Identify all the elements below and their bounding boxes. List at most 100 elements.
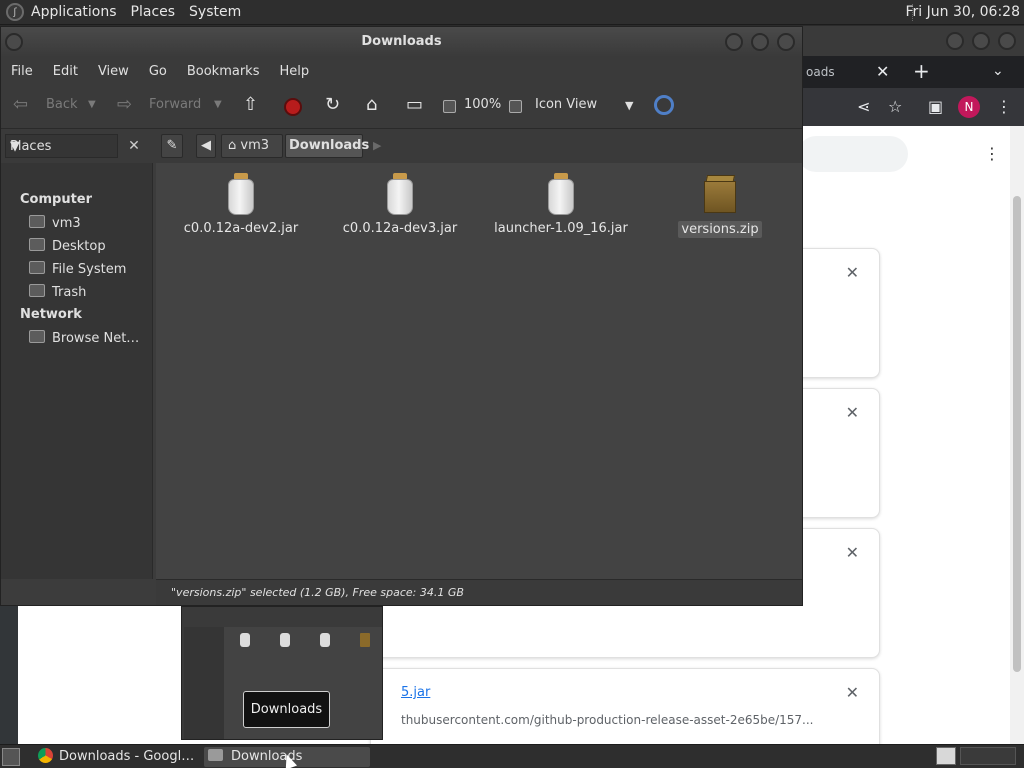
zoom-out-icon[interactable]	[443, 100, 456, 113]
close-sidebar-icon[interactable]: ✕	[124, 136, 144, 156]
close-icon[interactable]	[998, 32, 1016, 50]
page-menu-icon[interactable]: ⋮	[984, 144, 1000, 163]
preview-sidebar	[184, 627, 224, 739]
remove-download-icon[interactable]: ✕	[846, 543, 859, 562]
forward-history-chevron-icon[interactable]: ▼	[214, 99, 222, 110]
file-name: c0.0.12a-dev3.jar	[342, 221, 458, 236]
reload-icon[interactable]: ↻	[325, 94, 340, 115]
forward-arrow-icon[interactable]: ⇨	[117, 94, 132, 115]
tab-close-icon[interactable]: ✕	[876, 62, 889, 81]
sidebar-item-label: Trash	[52, 285, 87, 300]
file-item-selected[interactable]: versions.zip	[650, 173, 790, 238]
scrollbar[interactable]	[1010, 126, 1024, 744]
menu-view[interactable]: View	[88, 64, 139, 79]
menu-applications[interactable]: Applications	[24, 4, 124, 20]
download-filename-link[interactable]: 5.jar	[401, 685, 430, 700]
chrome-menu-icon[interactable]: ⋮	[996, 97, 1012, 116]
profile-avatar[interactable]: N	[958, 96, 980, 118]
new-tab-icon[interactable]: +	[913, 59, 930, 83]
file-view[interactable]: c0.0.12a-dev2.jar c0.0.12a-dev3.jar laun…	[156, 163, 802, 579]
view-mode-select[interactable]: Icon View	[535, 97, 597, 112]
breadcrumb-vm3[interactable]: ⌂ vm3	[221, 134, 283, 158]
close-icon[interactable]	[777, 33, 795, 51]
maximize-icon[interactable]	[972, 32, 990, 50]
zoom-in-icon[interactable]	[509, 100, 522, 113]
window-title: Downloads	[361, 34, 442, 49]
zip-archive-icon	[703, 173, 737, 215]
computer-icon[interactable]: ▭	[406, 94, 423, 115]
file-manager-window: Downloads File Edit View Go Bookmarks He…	[0, 26, 803, 606]
home-icon: ⌂	[228, 138, 237, 153]
task-label: Downloads - Googl…	[59, 749, 195, 764]
up-arrow-icon[interactable]: ⇧	[243, 94, 258, 115]
menu-file[interactable]: File	[1, 64, 43, 79]
menu-edit[interactable]: Edit	[43, 64, 88, 79]
minimize-icon[interactable]	[725, 33, 743, 51]
file-item[interactable]: launcher-1.09_16.jar	[491, 173, 631, 236]
back-arrow-icon[interactable]: ⇦	[13, 94, 28, 115]
menu-system[interactable]: System	[182, 4, 248, 20]
sidebar-item-trash[interactable]: Trash	[29, 284, 86, 300]
menu-bookmarks[interactable]: Bookmarks	[177, 64, 270, 79]
jar-file-icon	[384, 173, 416, 215]
toolbar: ⇦ Back ▼ ⇨ Forward ▼ ⇧ ↻ ⌂ ▭ 100% Icon V…	[1, 85, 802, 129]
preview-tooltip: Downloads	[243, 691, 330, 728]
sidebar-item-label: Desktop	[52, 239, 106, 254]
sidebar-item-desktop[interactable]: Desktop	[29, 238, 106, 254]
workspace-2[interactable]	[960, 747, 1016, 765]
menu-help[interactable]: Help	[269, 64, 319, 79]
file-name: launcher-1.09_16.jar	[494, 221, 628, 236]
desktop-icon	[29, 238, 45, 251]
sidebar-item-file-system[interactable]: File System	[29, 261, 126, 277]
side-panel-icon[interactable]: ▣	[928, 97, 943, 116]
top-menu: Applications Places System	[24, 0, 248, 24]
home-folder-icon[interactable]: ⌂	[366, 94, 377, 115]
view-mode-chevron-icon[interactable]: ▼	[625, 99, 633, 112]
share-icon[interactable]: ⋖	[857, 97, 870, 116]
top-panel: ʃ Applications Places System Fri Jun 30,…	[0, 0, 1024, 25]
status-bar: "versions.zip" selected (1.2 GB), Free s…	[156, 579, 802, 605]
file-item[interactable]: c0.0.12a-dev2.jar	[171, 173, 311, 236]
network-icon	[29, 330, 45, 343]
menu-places[interactable]: Places	[124, 4, 183, 20]
sidebar: Computer vm3 Desktop File System Trash N…	[1, 163, 153, 579]
remove-download-icon[interactable]: ✕	[846, 403, 859, 422]
back-button[interactable]: Back	[46, 97, 78, 112]
preview-toolbar	[184, 609, 382, 627]
file-item[interactable]: c0.0.12a-dev3.jar	[330, 173, 470, 236]
bookmark-star-icon[interactable]: ☆	[888, 97, 902, 116]
menu-go[interactable]: Go	[139, 64, 177, 79]
remove-download-icon[interactable]: ✕	[846, 263, 859, 282]
sidebar-item-browse-network[interactable]: Browse Net…	[29, 330, 139, 346]
sidebar-pane-select[interactable]: Places ▼	[5, 134, 118, 158]
breadcrumb-right-icon[interactable]: ▶	[373, 139, 381, 152]
maximize-icon[interactable]	[751, 33, 769, 51]
sidebar-heading-network: Network	[20, 307, 82, 322]
menubar: File Edit View Go Bookmarks Help	[1, 57, 802, 85]
stop-icon[interactable]	[284, 98, 302, 116]
tab-search-chevron-icon[interactable]: ⌄	[992, 63, 1004, 79]
search-downloads-field[interactable]	[798, 136, 908, 172]
breadcrumb-left-button[interactable]: ◀	[196, 134, 216, 158]
search-icon[interactable]	[654, 95, 674, 115]
pencil-icon: ✎	[166, 138, 178, 153]
toggle-location-entry-button[interactable]: ✎	[161, 134, 183, 158]
forward-button[interactable]: Forward	[149, 97, 201, 112]
show-desktop-icon[interactable]	[2, 748, 20, 766]
chrome-tab-label[interactable]: oads	[806, 65, 835, 79]
minimize-icon[interactable]	[946, 32, 964, 50]
clock[interactable]: Fri Jun 30, 06:28	[905, 0, 1020, 25]
remove-download-icon[interactable]: ✕	[846, 683, 859, 702]
task-chrome-downloads[interactable]: Downloads - Googl…	[38, 747, 198, 767]
sidebar-item-vm3[interactable]: vm3	[29, 215, 81, 231]
back-history-chevron-icon[interactable]: ▼	[88, 99, 96, 110]
workspace-1[interactable]	[936, 747, 956, 765]
gnome-foot-icon[interactable]: ʃ	[6, 3, 24, 21]
fm-titlebar[interactable]: Downloads	[1, 27, 802, 57]
scrollbar-thumb[interactable]	[1013, 196, 1021, 672]
zoom-level[interactable]: 100%	[464, 97, 501, 112]
breadcrumb-downloads[interactable]: Downloads	[285, 134, 369, 158]
download-url: thubusercontent.com/github-production-re…	[401, 713, 814, 727]
chrome-icon	[38, 748, 53, 763]
sidebar-heading-computer: Computer	[20, 192, 93, 207]
